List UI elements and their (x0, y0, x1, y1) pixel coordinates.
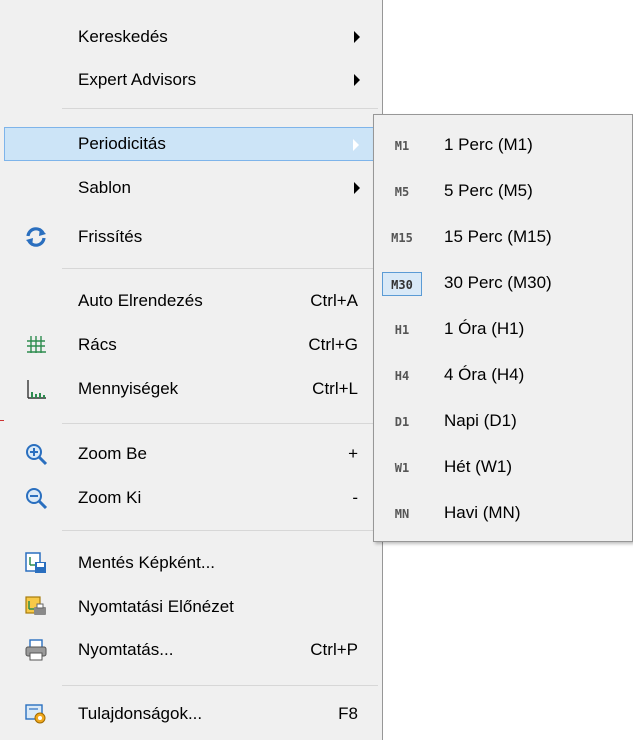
menu-item-label: Frissítés (78, 227, 143, 246)
submenu-arrow-icon (354, 31, 360, 43)
timeframe-icon: M1 (394, 139, 410, 153)
menu-item-label: Mennyiségek (78, 379, 179, 398)
zoom-in-icon (26, 444, 48, 466)
zoom-out-icon (26, 488, 48, 510)
menu-item-label: Zoom Ki (78, 488, 142, 507)
menu-item-mentes-kepkent[interactable]: Mentés Képként... (4, 546, 380, 580)
menu-item-label: Periodicitás (78, 134, 166, 153)
submenu-item-label: Havi (MN) (444, 503, 521, 522)
menu-item-auto-elrendezes[interactable]: Auto Elrendezés Ctrl+A (4, 284, 380, 318)
menu-item-label: Nyomtatási Előnézet (78, 597, 234, 616)
menu-item-shortcut: Ctrl+G (308, 335, 358, 354)
menu-item-shortcut: Ctrl+L (312, 379, 358, 398)
menu-item-label: Sablon (78, 178, 131, 197)
separator (62, 268, 378, 269)
submenu-item-label: 15 Perc (M15) (444, 227, 552, 246)
menu-item-tulajdonsagok[interactable]: Tulajdonságok... F8 (4, 697, 380, 731)
context-menu: Kereskedés Expert Advisors Periodicitás … (0, 0, 383, 740)
submenu-item-label: 5 Perc (M5) (444, 181, 533, 200)
submenu-item-h1[interactable]: H1 1 Óra (H1) (378, 307, 630, 353)
timeframe-icon: H1 (394, 323, 410, 337)
menu-item-label: Rács (78, 335, 117, 354)
submenu-item-m15[interactable]: M15 15 Perc (M15) (378, 215, 630, 261)
menu-item-sablon[interactable]: Sablon (4, 171, 380, 205)
timeframe-icon: MN (394, 507, 410, 521)
menu-item-zoom-ki[interactable]: Zoom Ki - (4, 481, 380, 515)
submenu-item-label: 1 Óra (H1) (444, 319, 525, 338)
submenu-item-mn[interactable]: MN Havi (MN) (378, 491, 630, 537)
edge-mark (0, 420, 4, 421)
timeframe-icon: M5 (394, 185, 410, 199)
menu-item-label: Auto Elrendezés (78, 291, 203, 310)
submenu-item-d1[interactable]: D1 Napi (D1) (378, 399, 630, 445)
submenu-item-h4[interactable]: H4 4 Óra (H4) (378, 353, 630, 399)
menu-item-label: Mentés Képként... (78, 553, 216, 572)
grid-icon (27, 336, 46, 353)
submenu-item-m1[interactable]: M1 1 Perc (M1) (378, 123, 630, 169)
menu-item-nyomtatasi-elonezet[interactable]: Nyomtatási Előnézet (4, 590, 380, 624)
timeframe-icon: M30 (382, 272, 422, 296)
separator (62, 685, 378, 686)
menu-item-label: Expert Advisors (78, 70, 197, 89)
save-image-icon (25, 552, 46, 573)
menu-item-expert-advisors[interactable]: Expert Advisors (4, 63, 380, 97)
submenu-item-label: 1 Perc (M1) (444, 135, 533, 154)
properties-icon (25, 704, 46, 724)
separator (62, 108, 378, 109)
timeframe-icon: M15 (391, 231, 413, 245)
menu-item-periodicitas[interactable]: Periodicitás (4, 127, 380, 161)
menu-item-label: Tulajdonságok... (78, 704, 203, 723)
periodicity-submenu: M1 1 Perc (M1) M5 5 Perc (M5) M15 15 Per… (373, 114, 633, 542)
menu-item-shortcut: + (348, 444, 358, 463)
submenu-item-label: Napi (D1) (444, 411, 517, 430)
timeframe-icon: W1 (394, 461, 410, 475)
submenu-item-w1[interactable]: W1 Hét (W1) (378, 445, 630, 491)
menu-item-label: Nyomtatás... (78, 640, 174, 659)
timeframe-icon: D1 (394, 415, 410, 429)
menu-item-racs[interactable]: Rács Ctrl+G (4, 328, 380, 362)
menu-item-kereskedes[interactable]: Kereskedés (4, 20, 380, 54)
separator (62, 423, 378, 424)
separator (62, 530, 378, 531)
submenu-arrow-icon (354, 74, 360, 86)
submenu-item-label: Hét (W1) (444, 457, 512, 476)
menu-item-shortcut: F8 (338, 704, 358, 723)
menu-item-frissites[interactable]: Frissítés (4, 220, 380, 254)
submenu-item-label: 4 Óra (H4) (444, 365, 525, 384)
menu-item-label: Zoom Be (78, 444, 147, 463)
submenu-item-label: 30 Perc (M30) (444, 273, 552, 292)
volumes-icon (27, 380, 46, 399)
submenu-item-m30[interactable]: M30 30 Perc (M30) (378, 261, 630, 307)
menu-item-shortcut: - (352, 488, 358, 507)
submenu-arrow-icon (354, 182, 360, 194)
printer-icon (25, 639, 47, 661)
submenu-arrow-icon (353, 139, 359, 151)
menu-item-shortcut: Ctrl+P (310, 640, 358, 659)
refresh-icon (26, 227, 46, 247)
menu-item-label: Kereskedés (78, 27, 168, 46)
submenu-item-m5[interactable]: M5 5 Perc (M5) (378, 169, 630, 215)
menu-item-shortcut: Ctrl+A (310, 291, 358, 310)
menu-item-mennyisegek[interactable]: Mennyiségek Ctrl+L (4, 372, 380, 406)
menu-item-zoom-be[interactable]: Zoom Be + (4, 437, 380, 471)
print-preview-icon (25, 596, 46, 615)
timeframe-icon: H4 (394, 369, 410, 383)
menu-item-nyomtatas[interactable]: Nyomtatás... Ctrl+P (4, 633, 380, 667)
